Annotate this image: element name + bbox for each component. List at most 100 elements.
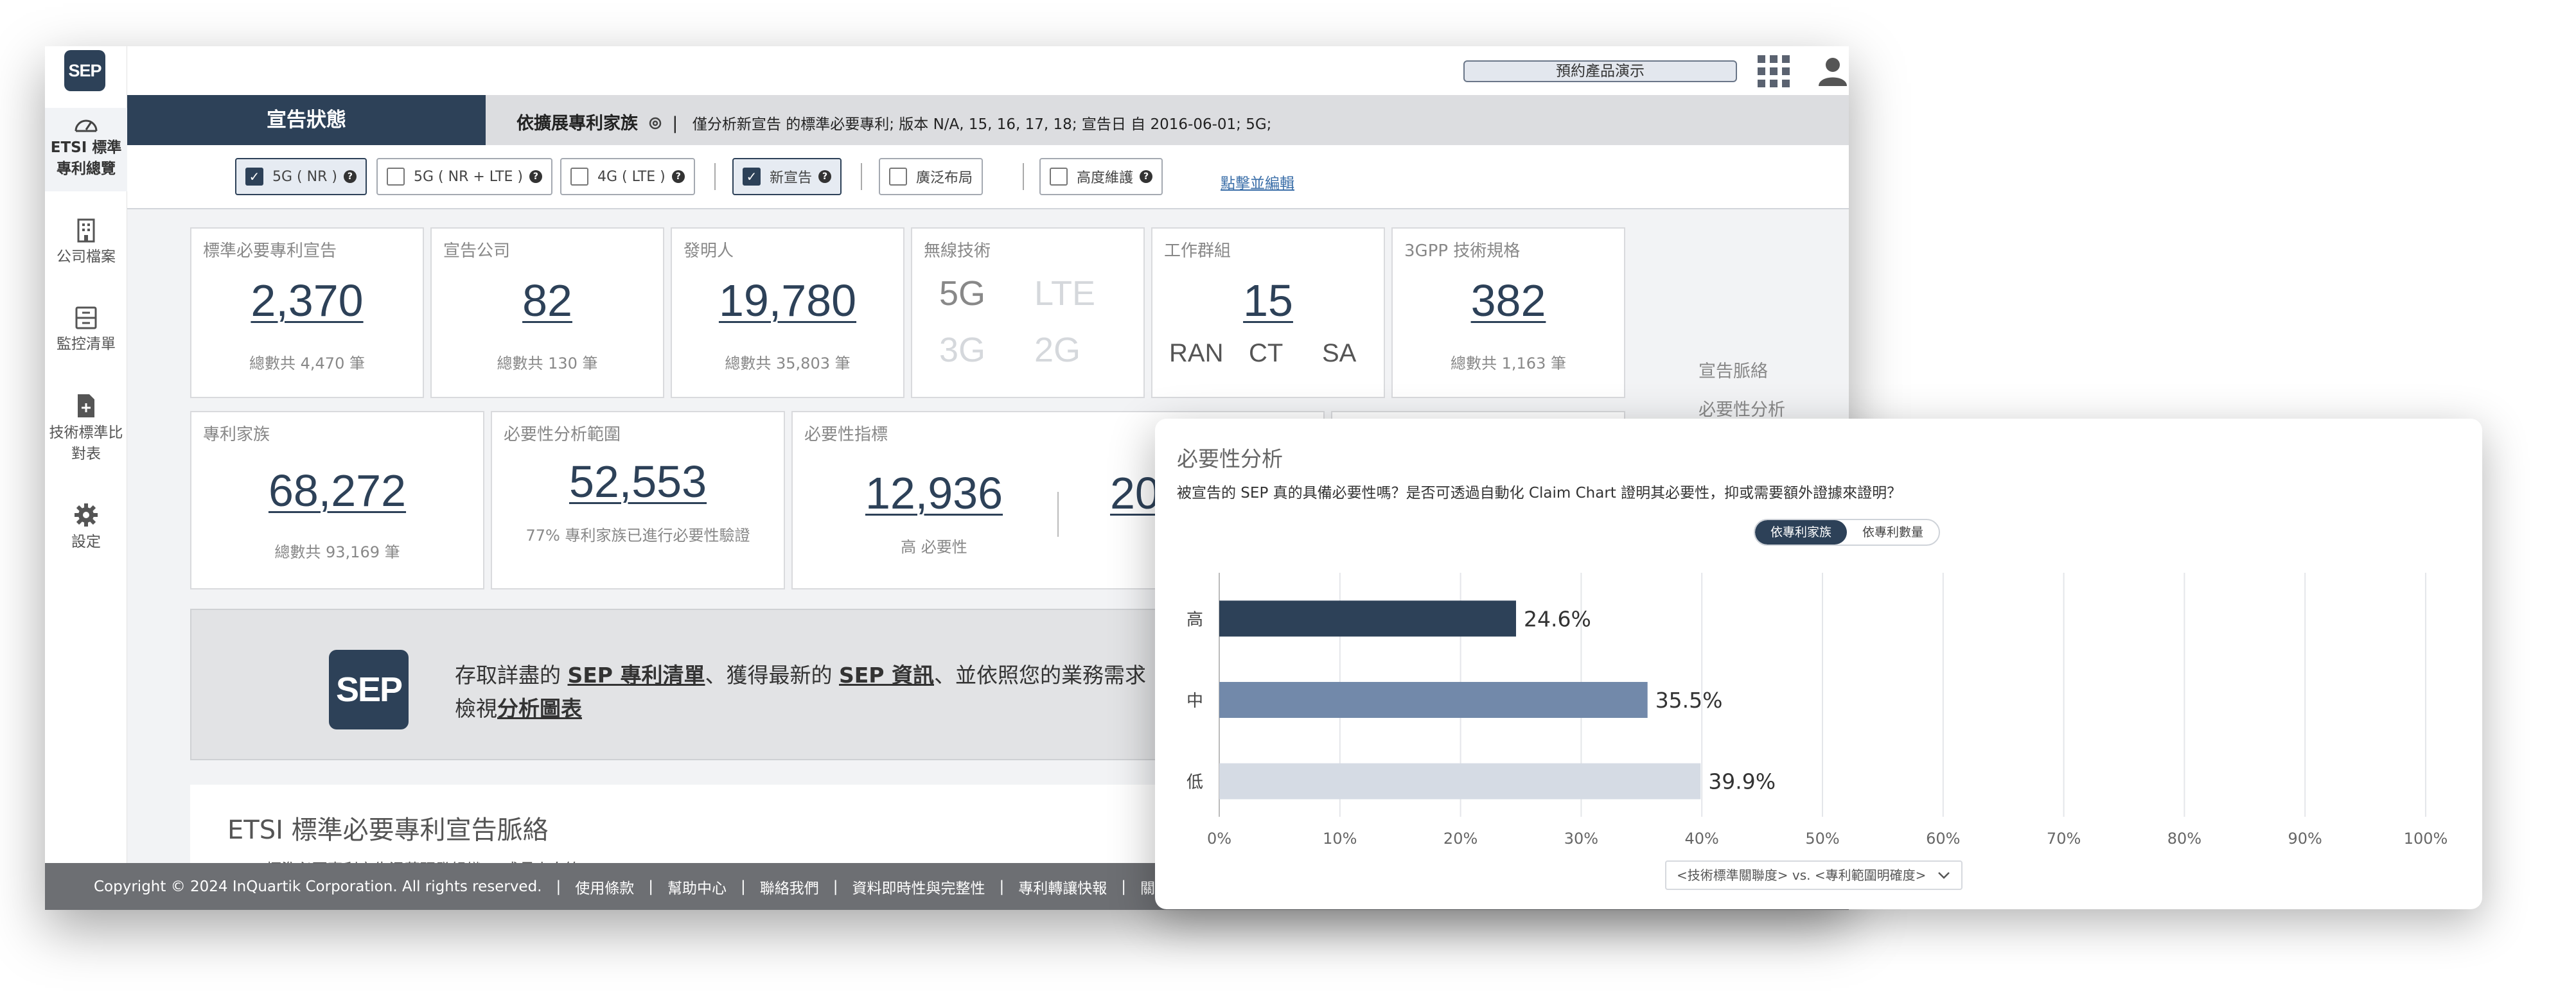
filter-new-declaration[interactable]: ✓ 新宣告 ? [732,158,842,195]
x-tick-label: 60% [1926,830,1960,848]
filter-high-maintenance[interactable]: 高度維護 ? [1039,158,1163,195]
card-label: 發明人 [684,241,734,261]
divider [1023,163,1024,190]
help-icon[interactable]: ? [671,170,685,183]
card-working-groups[interactable]: 工作群組 15 RAN CT SA [1151,227,1385,398]
x-tick-label: 20% [1443,830,1478,848]
sep-logo-large: SEP [329,650,409,729]
status-description: 依擴展專利家族 | 僅分析新宣告 的標準必要專利; 版本 N/A, 15, 16… [516,109,1271,134]
toggle-by-count[interactable]: 依專利數量 [1847,520,1939,545]
copyright: Copyright © 2024 InQuartik Corporation. … [94,878,542,895]
card-inventors[interactable]: 發明人 19,780 總數共 35,803 筆 [671,227,904,398]
settings-icon[interactable] [648,116,663,131]
card-sub-high: 高 必要性 [901,538,967,556]
help-icon[interactable]: ? [343,170,357,183]
card-declaring-companies[interactable]: 宣告公司 82 總數共 130 筆 [430,227,664,398]
filter-bar: ✓ 5G ( NR ) ? 5G ( NR + LTE ) ? 4G ( LTE… [127,145,1849,209]
essentiality-panel: 必要性分析 被宣告的 SEP 真的具備必要性嗎？是否可透過自動化 Claim C… [1155,419,2482,909]
sidebar-item-settings[interactable]: 設定 [45,502,127,553]
filter-label: 5G ( NR ) [272,168,337,185]
sidebar-item-label: 監控清單 [57,336,116,353]
card-value[interactable]: 19,780 [672,275,903,326]
card-value-high[interactable]: 12,936 [818,467,1050,519]
help-icon[interactable]: ? [1140,170,1153,183]
essentiality-bar-chart: 0% 10% 20% 30% 40% 50% 60% 70% 80% 90% 100% 高 24.6% 中… [1187,573,2448,848]
card-value[interactable]: 2,370 [191,275,423,326]
x-tick-label: 90% [2288,830,2322,848]
bar [1219,763,1701,799]
tech-5g[interactable]: 5G [939,274,985,313]
checkbox-icon [889,168,907,186]
tab-declaration-status[interactable]: 宣告狀態 [127,95,486,145]
book-demo-button[interactable]: 預約產品演示 [1463,60,1737,82]
card-sub: 總數共 1,163 筆 [1451,354,1566,372]
footer-link-terms[interactable]: 使用條款 [575,876,634,898]
data-label: 39.9% [1708,769,1776,794]
sep-list-link[interactable]: SEP 專利清單 [568,663,705,688]
x-tick-label: 70% [2047,830,2081,848]
card-label: 必要性分析範圍 [504,425,621,444]
group-ct[interactable]: CT [1249,339,1283,368]
footer-link-data[interactable]: 資料即時性與完整性 [852,876,985,898]
sidebar-item-overview[interactable]: ETSI 標準專利總覽 [45,108,127,191]
sidebar-item-watchlist[interactable]: 監控清單 [45,306,127,355]
section-title: ETSI 標準必要專利宣告脈絡 [227,815,549,845]
card-sub: 總數共 35,803 筆 [725,354,851,372]
analysis-chart-link[interactable]: 分析圖表 [497,696,582,721]
apps-grid-icon[interactable] [1758,55,1790,87]
promo-banner: SEP 存取詳盡的 SEP 專利清單、獲得最新的 SEP 資訊、並依照您的業務需… [190,609,1205,760]
card-analysis-scope[interactable]: 必要性分析範圍 52,553 77% 專利家族已進行必要性驗證 [491,411,785,589]
sep-info-link[interactable]: SEP 資訊 [839,663,934,688]
data-label: 24.6% [1524,606,1591,631]
card-label: 宣告公司 [443,241,511,261]
help-icon[interactable]: ? [529,170,542,183]
nav-link-timeline[interactable]: 宣告脈絡 [1698,357,1768,382]
footer-link-help[interactable]: 幫助中心 [667,876,727,898]
family-label: 依擴展專利家族 [516,114,638,134]
card-value[interactable]: 15 [1152,275,1384,326]
card-value[interactable]: 52,553 [492,456,784,507]
bar [1219,682,1648,718]
toggle-by-family[interactable]: 依專利家族 [1755,520,1848,545]
x-tick-label: 30% [1564,830,1598,848]
card-wireless-tech: 無線技術 5G LTE 3G 2G [911,227,1145,398]
checkbox-icon [387,168,405,186]
card-label: 專利家族 [203,425,270,444]
filter-label: 高度維護 [1077,170,1134,186]
group-ran[interactable]: RAN [1169,339,1223,368]
click-to-edit-link[interactable]: 點擊並編輯 [1221,171,1294,193]
x-tick-label: 0% [1207,830,1231,848]
separator: | [672,114,678,134]
filter-label: 廣泛布局 [916,170,973,186]
filter-4g-lte[interactable]: 4G ( LTE ) ? [560,158,695,195]
sidebar-item-company[interactable]: 公司檔案 [45,218,127,268]
footer-link-news[interactable]: 專利轉讓快報 [1018,876,1107,898]
nav-link-essentiality[interactable]: 必要性分析 [1698,396,1785,421]
card-label: 工作群組 [1164,241,1231,261]
card-patent-families[interactable]: 專利家族 68,272 總數共 93,169 筆 [190,411,484,589]
card-3gpp-specs[interactable]: 3GPP 技術規格 382 總數共 1,163 筆 [1391,227,1625,398]
card-sep-declarations[interactable]: 標準必要專利宣告 2,370 總數共 4,470 筆 [190,227,424,398]
tech-lte: LTE [1034,274,1096,313]
user-icon[interactable] [1817,55,1849,87]
file-add-icon [78,394,94,417]
divider [1057,492,1059,537]
filter-5g-nr[interactable]: ✓ 5G ( NR ) ? [235,158,367,195]
filter-broad-layout[interactable]: 廣泛布局 [879,158,984,195]
sep-logo[interactable]: SEP [64,50,105,91]
filter-5g-nr-lte[interactable]: 5G ( NR + LTE ) ? [376,158,552,195]
axis-selector-dropdown[interactable]: <技術標準關聯度> vs. <專利範圍明確度> [1665,860,1963,890]
help-icon[interactable]: ? [818,170,832,183]
sidebar-item-compare[interactable]: 技術標準比對表 [45,393,127,465]
card-label: 標準必要專利宣告 [203,241,337,261]
checkbox-icon [570,168,588,186]
status-bar: 宣告狀態 依擴展專利家族 | 僅分析新宣告 的標準必要專利; 版本 N/A, 1… [127,95,1849,145]
card-label: 必要性指標 [804,425,888,444]
tech-3g: 3G [939,331,986,369]
card-value[interactable]: 82 [432,275,663,326]
card-sub: 77% 專利家族已進行必要性驗證 [525,527,750,545]
footer-link-contact[interactable]: 聯絡我們 [760,876,819,898]
group-sa[interactable]: SA [1322,339,1356,368]
card-value[interactable]: 382 [1393,275,1624,326]
card-value[interactable]: 68,272 [191,465,483,516]
